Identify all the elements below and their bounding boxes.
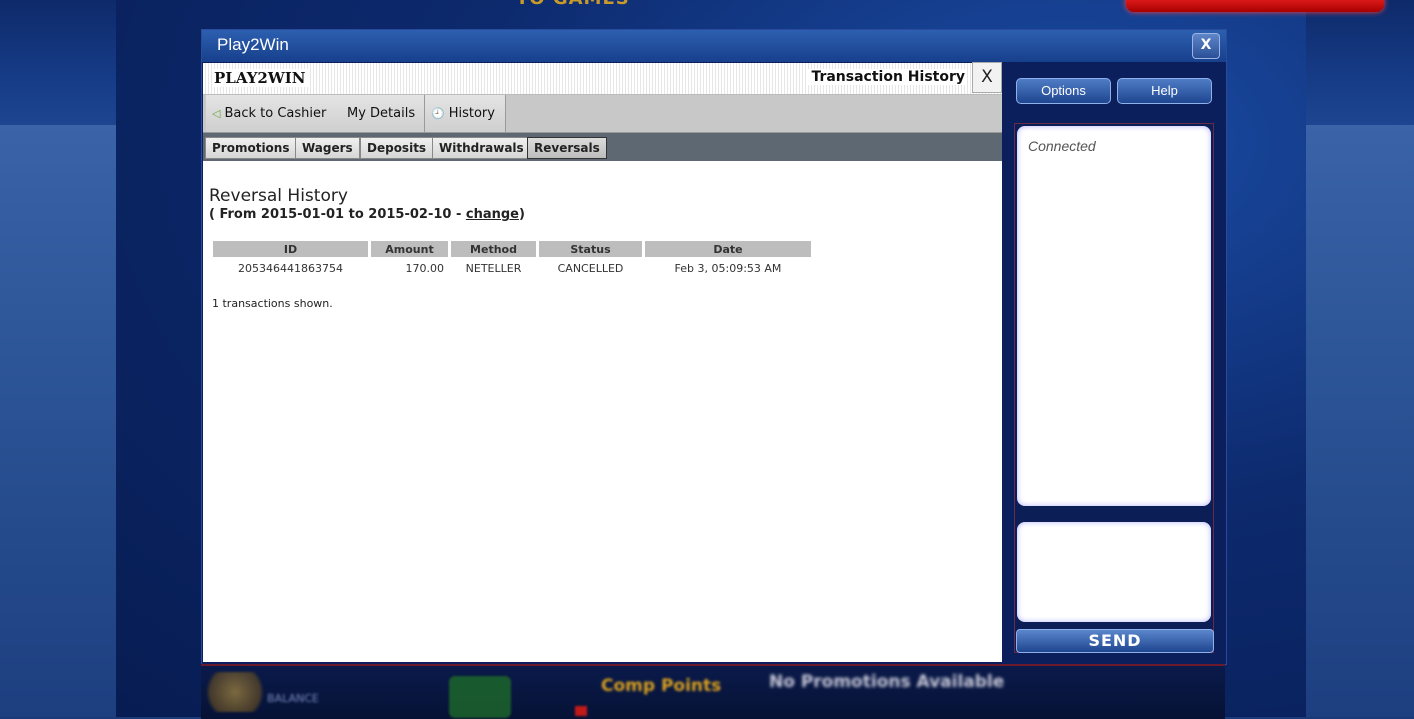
- range-prefix: ( From 2015-01-01 to 2015-02-10 -: [209, 207, 466, 222]
- tab-promotions[interactable]: Promotions: [205, 137, 297, 159]
- nav-label: My Details: [347, 106, 416, 121]
- help-button[interactable]: Help: [1117, 78, 1212, 104]
- panel-header: PLAY2WIN Transaction History X: [203, 62, 1002, 95]
- column-header-method: Method: [451, 241, 536, 257]
- column-header-date: Date: [645, 241, 811, 257]
- window-titlebar: Play2Win: [202, 30, 1226, 62]
- nav-label: History: [448, 106, 495, 121]
- panel-title: Transaction History: [807, 69, 965, 85]
- change-range-link[interactable]: change: [466, 207, 519, 222]
- window-title: Play2Win: [217, 35, 289, 54]
- column-header-amount: Amount: [371, 241, 448, 257]
- promotions-label: No Promotions Available: [769, 672, 1005, 692]
- tab-deposits[interactable]: Deposits: [360, 137, 434, 159]
- cell-date: Feb 3, 05:09:53 AM: [674, 261, 782, 275]
- red-indicator-icon: [575, 706, 587, 716]
- cell-amount: 170.00: [405, 261, 445, 275]
- send-button[interactable]: SEND: [1016, 629, 1214, 653]
- clock-icon: 🕘: [431, 107, 445, 120]
- nav-back-to-cashier[interactable]: ◁ Back to Cashier: [206, 95, 343, 132]
- tab-wagers[interactable]: Wagers: [295, 137, 360, 159]
- panel-close-button[interactable]: X: [972, 62, 1002, 93]
- column-header-status: Status: [539, 241, 642, 257]
- table-row: 205346441863754 170.00 NETELLER CANCELLE…: [213, 257, 811, 279]
- reversal-content: Reversal History ( From 2015-01-01 to 20…: [209, 185, 999, 310]
- window-close-button[interactable]: X: [1192, 33, 1220, 59]
- comp-points-label: Comp Points: [601, 676, 722, 696]
- nav-label: Back to Cashier: [224, 106, 327, 121]
- range-suffix: ): [519, 207, 525, 222]
- cell-status: CANCELLED: [557, 261, 624, 275]
- cell-method: NETELLER: [465, 261, 522, 275]
- nav-my-details[interactable]: My Details: [341, 95, 425, 132]
- options-button[interactable]: Options: [1016, 78, 1111, 104]
- page-title: Reversal History: [209, 186, 348, 206]
- banner-text: TO GAMES: [516, 0, 630, 9]
- table-header-row: ID Amount Method Status Date: [213, 241, 811, 257]
- chat-log: Connected: [1017, 126, 1211, 506]
- cell-id: 205346441863754: [238, 261, 343, 275]
- cashier-window: Play2Win X PLAY2WIN Transaction History …: [201, 29, 1227, 665]
- cashier-nav: ◁ Back to Cashier My Details 🕘 History: [203, 95, 1002, 133]
- dice-icon: [449, 676, 511, 718]
- column-header-id: ID: [213, 241, 368, 257]
- top-red-banner: [1126, 0, 1384, 12]
- footer-bar: BALANCE Comp Points No Promotions Availa…: [201, 664, 1225, 719]
- balance-logo-icon: [205, 672, 265, 712]
- balance-label: BALANCE: [267, 692, 319, 705]
- transactions-count: 1 transactions shown.: [212, 297, 333, 310]
- date-range: ( From 2015-01-01 to 2015-02-10 - change…: [209, 207, 999, 223]
- reversal-table: ID Amount Method Status Date 20534644186…: [210, 241, 814, 279]
- chat-status: Connected: [1028, 138, 1096, 154]
- chat-panel: Connected SEND: [1014, 123, 1214, 653]
- brand-logo-text: PLAY2WIN: [214, 69, 310, 87]
- tab-withdrawals[interactable]: Withdrawals: [432, 137, 531, 159]
- nav-history[interactable]: 🕘 History: [425, 95, 506, 132]
- chat-input[interactable]: [1017, 522, 1211, 622]
- back-arrow-icon: ◁: [212, 107, 221, 120]
- history-subnav: Promotions Wagers Deposits Withdrawals R…: [203, 133, 1002, 161]
- tab-reversals[interactable]: Reversals: [527, 137, 607, 159]
- transaction-panel: PLAY2WIN Transaction History X ◁ Back to …: [203, 62, 1002, 662]
